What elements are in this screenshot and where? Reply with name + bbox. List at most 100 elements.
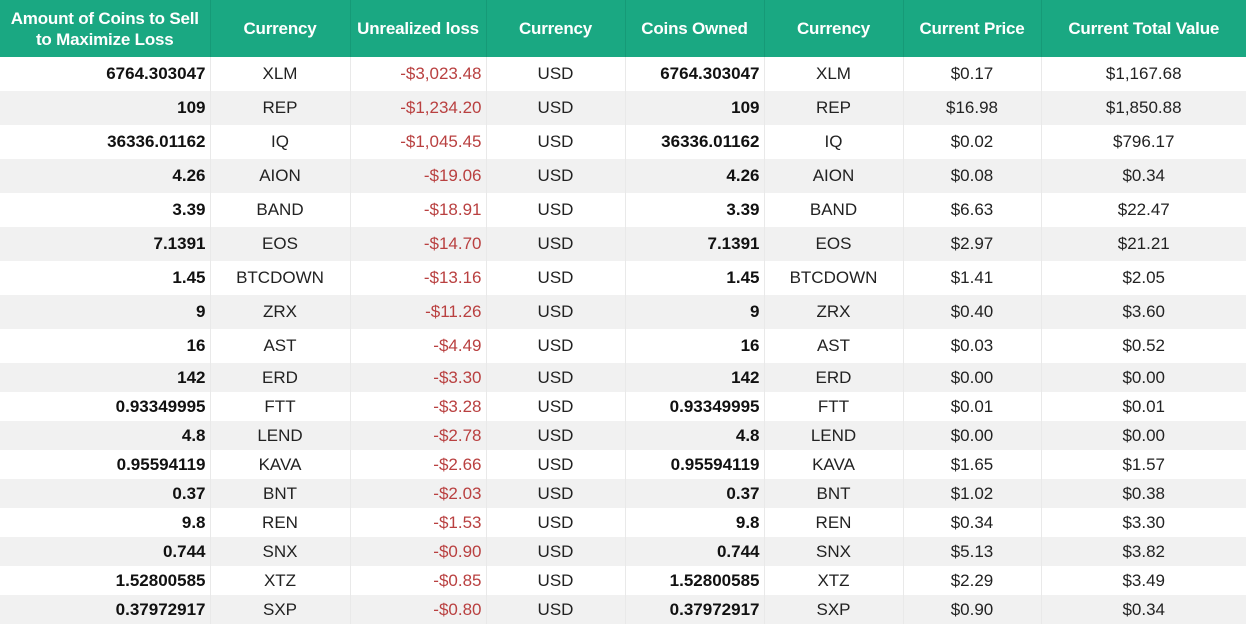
header-owned-currency[interactable]: Currency (764, 0, 904, 57)
currency-cell: IQ (210, 125, 351, 159)
table-row[interactable]: 9 ZRX -$11.26 USD 9 ZRX $0.40 $3.60 (0, 295, 1246, 329)
current-total-value-cell: $0.00 (1041, 421, 1246, 450)
coins-owned-cell: 36336.01162 (625, 125, 765, 159)
coins-owned-cell: 0.37972917 (625, 595, 765, 624)
currency-cell: BAND (210, 193, 351, 227)
coins-owned-cell: 16 (625, 329, 765, 363)
unrealized-loss-cell: -$0.85 (350, 566, 487, 595)
coins-owned-cell: 0.37 (625, 479, 765, 508)
owned-currency-cell: XLM (764, 57, 904, 91)
current-total-value-cell: $3.30 (1041, 508, 1246, 537)
loss-currency-cell: USD (486, 159, 626, 193)
table-row[interactable]: 0.37 BNT -$2.03 USD 0.37 BNT $1.02 $0.38 (0, 479, 1246, 508)
unrealized-loss-cell: -$1,234.20 (350, 91, 487, 125)
current-price-cell: $5.13 (903, 537, 1042, 566)
unrealized-loss-cell: -$0.80 (350, 595, 487, 624)
sell-amount-cell: 3.39 (0, 193, 211, 227)
table-row[interactable]: 3.39 BAND -$18.91 USD 3.39 BAND $6.63 $22.47 (0, 193, 1246, 227)
sell-amount-cell: 0.93349995 (0, 392, 211, 421)
table-row[interactable]: 142 ERD -$3.30 USD 142 ERD $0.00 $0.00 (0, 363, 1246, 392)
owned-currency-cell: AST (764, 329, 904, 363)
current-price-cell: $0.02 (903, 125, 1042, 159)
unrealized-loss-cell: -$4.49 (350, 329, 487, 363)
coins-owned-cell: 0.93349995 (625, 392, 765, 421)
header-coins-owned[interactable]: Coins Owned (625, 0, 765, 57)
current-total-value-cell: $21.21 (1041, 227, 1246, 261)
header-unrealized-loss[interactable]: Unrealized loss (350, 0, 487, 57)
currency-cell: SXP (210, 595, 351, 624)
coins-owned-cell: 7.1391 (625, 227, 765, 261)
current-price-cell: $0.01 (903, 392, 1042, 421)
currency-cell: BTCDOWN (210, 261, 351, 295)
table-row[interactable]: 4.8 LEND -$2.78 USD 4.8 LEND $0.00 $0.00 (0, 421, 1246, 450)
header-loss-currency[interactable]: Currency (486, 0, 626, 57)
currency-cell: SNX (210, 537, 351, 566)
table-row[interactable]: 7.1391 EOS -$14.70 USD 7.1391 EOS $2.97 $21.21 (0, 227, 1246, 261)
coins-owned-cell: 9 (625, 295, 765, 329)
current-price-cell: $0.03 (903, 329, 1042, 363)
current-price-cell: $6.63 (903, 193, 1042, 227)
loss-currency-cell: USD (486, 91, 626, 125)
current-price-cell: $0.08 (903, 159, 1042, 193)
current-price-cell: $0.90 (903, 595, 1042, 624)
unrealized-loss-cell: -$2.78 (350, 421, 487, 450)
header-currency[interactable]: Currency (210, 0, 351, 57)
sell-amount-cell: 9 (0, 295, 211, 329)
current-total-value-cell: $0.34 (1041, 159, 1246, 193)
coins-owned-cell: 3.39 (625, 193, 765, 227)
current-price-cell: $2.97 (903, 227, 1042, 261)
sell-amount-cell: 142 (0, 363, 211, 392)
current-total-value-cell: $1,167.68 (1041, 57, 1246, 91)
loss-currency-cell: USD (486, 595, 626, 624)
table-row[interactable]: 0.744 SNX -$0.90 USD 0.744 SNX $5.13 $3.82 (0, 537, 1246, 566)
current-price-cell: $16.98 (903, 91, 1042, 125)
unrealized-loss-cell: -$19.06 (350, 159, 487, 193)
table-row[interactable]: 16 AST -$4.49 USD 16 AST $0.03 $0.52 (0, 329, 1246, 363)
unrealized-loss-cell: -$2.66 (350, 450, 487, 479)
currency-cell: XTZ (210, 566, 351, 595)
coins-owned-cell: 4.8 (625, 421, 765, 450)
table-row[interactable]: 4.26 AION -$19.06 USD 4.26 AION $0.08 $0.34 (0, 159, 1246, 193)
header-current-total-value[interactable]: Current Total Value (1041, 0, 1246, 57)
currency-cell: LEND (210, 421, 351, 450)
current-price-cell: $0.00 (903, 421, 1042, 450)
header-sell-amount[interactable]: Amount of Coins to Sell to Maximize Loss (0, 0, 211, 57)
loss-currency-cell: USD (486, 329, 626, 363)
owned-currency-cell: ERD (764, 363, 904, 392)
unrealized-loss-cell: -$14.70 (350, 227, 487, 261)
currency-cell: AION (210, 159, 351, 193)
table-row[interactable]: 0.95594119 KAVA -$2.66 USD 0.95594119 KAVA $1.… (0, 450, 1246, 479)
loss-currency-cell: USD (486, 295, 626, 329)
loss-currency-cell: USD (486, 479, 626, 508)
sell-amount-cell: 7.1391 (0, 227, 211, 261)
loss-currency-cell: USD (486, 125, 626, 159)
header-current-price[interactable]: Current Price (903, 0, 1042, 57)
table-row[interactable]: 9.8 REN -$1.53 USD 9.8 REN $0.34 $3.30 (0, 508, 1246, 537)
owned-currency-cell: KAVA (764, 450, 904, 479)
currency-cell: ERD (210, 363, 351, 392)
unrealized-loss-cell: -$1.53 (350, 508, 487, 537)
loss-currency-cell: USD (486, 57, 626, 91)
current-total-value-cell: $1,850.88 (1041, 91, 1246, 125)
table-row[interactable]: 36336.01162 IQ -$1,045.45 USD 36336.01162 IQ $… (0, 125, 1246, 159)
table-row[interactable]: 1.45 BTCDOWN -$13.16 USD 1.45 BTCDOWN $1.41 $2.… (0, 261, 1246, 295)
table-row[interactable]: 1.52800585 XTZ -$0.85 USD 1.52800585 XTZ $2.29… (0, 566, 1246, 595)
current-price-cell: $0.00 (903, 363, 1042, 392)
currency-cell: ZRX (210, 295, 351, 329)
sell-amount-cell: 0.95594119 (0, 450, 211, 479)
sell-amount-cell: 9.8 (0, 508, 211, 537)
table-row[interactable]: 0.93349995 FTT -$3.28 USD 0.93349995 FTT $0.01… (0, 392, 1246, 421)
coins-owned-cell: 6764.303047 (625, 57, 765, 91)
table-row[interactable]: 6764.303047 XLM -$3,023.48 USD 6764.303047 XL… (0, 57, 1246, 91)
table-row[interactable]: 109 REP -$1,234.20 USD 109 REP $16.98 $1,850.88 (0, 91, 1246, 125)
sell-amount-cell: 1.52800585 (0, 566, 211, 595)
loss-currency-cell: USD (486, 392, 626, 421)
current-total-value-cell: $0.38 (1041, 479, 1246, 508)
current-total-value-cell: $3.60 (1041, 295, 1246, 329)
loss-currency-cell: USD (486, 508, 626, 537)
unrealized-loss-cell: -$18.91 (350, 193, 487, 227)
coins-owned-cell: 109 (625, 91, 765, 125)
table-row[interactable]: 0.37972917 SXP -$0.80 USD 0.37972917 SXP $0.90… (0, 595, 1246, 624)
current-total-value-cell: $1.57 (1041, 450, 1246, 479)
loss-currency-cell: USD (486, 363, 626, 392)
